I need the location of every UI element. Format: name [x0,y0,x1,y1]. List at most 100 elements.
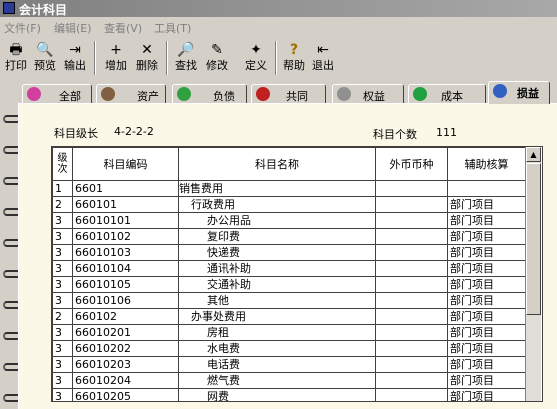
cell-name: 行政费用 [178,196,376,213]
tab-liabilities[interactable]: 负债 [172,84,247,103]
menu-view[interactable]: 查看(V) [104,20,142,36]
exit-button[interactable]: ⇤ 退出 [307,39,339,77]
cell-code: 66010204 [72,372,179,389]
cell-currency [375,372,448,389]
tab-assets[interactable]: 资产 [96,84,166,103]
preview-button[interactable]: 🔍 预览 [29,39,61,77]
cell-level: 3 [52,356,73,373]
table-row[interactable]: 1 6601 销售费用 [52,180,526,197]
table-row[interactable]: 3 66010102 复印费 部门项目 [52,228,526,245]
table-row[interactable]: 3 66010101 办公用品 部门项目 [52,212,526,229]
tab-all[interactable]: 全部 [22,84,92,103]
cell-auxiliary: 部门项目 [447,228,526,245]
find-button[interactable]: 🔎 查找 [170,39,202,77]
print-button[interactable]: 🖶 打印 [0,39,32,77]
cell-auxiliary: 部门项目 [447,324,526,341]
cell-code: 660101 [72,196,179,213]
level-value: 4-2-2-2 [114,125,154,138]
cell-auxiliary: 部门项目 [447,260,526,277]
table-header: 级次 科目编码 科目名称 外币币种 辅助核算 [52,147,526,181]
menu-edit[interactable]: 编辑(E) [54,20,92,36]
cell-currency [375,260,448,277]
title-bar: 会计科目 [0,0,557,17]
cell-code: 6601 [72,180,179,197]
cell-level: 2 [52,308,73,325]
cell-name: 复印费 [178,228,376,245]
cell-level: 2 [52,196,73,213]
liabilities-icon [177,87,191,101]
exit-icon: ⇤ [317,42,329,58]
cell-auxiliary: 部门项目 [447,372,526,389]
tab-equity[interactable]: 权益 [332,84,404,103]
toolbar-separator [166,41,168,75]
app-icon [3,2,15,14]
menu-tools[interactable]: 工具(T) [154,20,191,36]
cell-name: 网费 [178,388,376,401]
cell-code: 66010101 [72,212,179,229]
cell-name: 其他 [178,292,376,309]
help-button[interactable]: ? 帮助 [278,39,310,77]
cell-auxiliary: 部门项目 [447,212,526,229]
cell-code: 66010205 [72,388,179,401]
tab-cost[interactable]: 成本 [408,84,486,103]
tab-common[interactable]: 共同 [251,84,326,103]
profit-loss-icon [493,84,507,98]
define-button[interactable]: ✦ 定义 [240,39,272,77]
tab-profit-loss[interactable]: 损益 [488,81,550,104]
table-row[interactable]: 3 66010204 燃气费 部门项目 [52,372,526,389]
table-row[interactable]: 3 66010103 快递费 部门项目 [52,244,526,261]
table-row[interactable]: 3 66010105 交通补助 部门项目 [52,276,526,293]
cell-auxiliary: 部门项目 [447,356,526,373]
edit-icon: ✎ [211,42,223,58]
add-icon: + [110,42,122,58]
count-value: 111 [436,126,457,139]
menu-file[interactable]: 文件(F) [4,20,41,36]
delete-button[interactable]: ✕ 删除 [131,39,163,77]
level-label: 科目级长 [54,127,98,140]
scroll-thumb[interactable] [526,163,541,315]
category-tabs: 全部 资产 负债 共同 权益 成本 损益 [0,80,557,104]
col-auxiliary: 辅助核算 [447,147,526,181]
cell-auxiliary: 部门项目 [447,244,526,261]
count-label: 科目个数 [373,128,417,141]
cell-auxiliary: 部门项目 [447,340,526,357]
table-row[interactable]: 3 66010106 其他 部门项目 [52,292,526,309]
cell-currency [375,212,448,229]
table-row[interactable]: 3 66010202 水电费 部门项目 [52,340,526,357]
table-row[interactable]: 2 660102 办事处费用 部门项目 [52,308,526,325]
cell-name: 办事处费用 [178,308,376,325]
table-row[interactable]: 3 66010203 电话费 部门项目 [52,356,526,373]
edit-button[interactable]: ✎ 修改 [201,39,233,77]
cell-code: 66010102 [72,228,179,245]
scroll-up-icon[interactable]: ▲ [526,147,541,162]
cell-name: 燃气费 [178,372,376,389]
col-currency: 外币币种 [375,147,448,181]
table-row[interactable]: 3 66010201 房租 部门项目 [52,324,526,341]
table-row[interactable]: 3 66010104 通讯补助 部门项目 [52,260,526,277]
cell-currency [375,356,448,373]
cell-code: 66010103 [72,244,179,261]
preview-icon: 🔍 [36,42,54,58]
account-table[interactable]: 级次 科目编码 科目名称 外币币种 辅助核算 1 6601 销售费用 2 660101 行… [51,146,543,402]
cell-currency [375,324,448,341]
cell-name: 房租 [178,324,376,341]
add-button[interactable]: + 增加 [100,39,132,77]
equity-icon [337,87,351,101]
export-icon: ⇥ [69,42,81,58]
cost-icon [413,87,427,101]
col-level: 级次 [52,147,73,181]
cell-level: 1 [52,180,73,197]
menu-bar: 文件(F) 编辑(E) 查看(V) 工具(T) [0,18,557,36]
cell-currency [375,244,448,261]
export-button[interactable]: ⇥ 输出 [59,39,91,77]
cell-code: 66010202 [72,340,179,357]
window-title: 会计科目 [19,3,68,17]
table-row[interactable]: 3 66010205 网费 部门项目 [52,388,526,401]
cell-code: 66010105 [72,276,179,293]
vertical-scrollbar[interactable]: ▲ [525,147,541,401]
cell-level: 3 [52,340,73,357]
cell-level: 3 [52,212,73,229]
cell-currency [375,228,448,245]
table-row[interactable]: 2 660101 行政费用 部门项目 [52,196,526,213]
cell-level: 3 [52,244,73,261]
